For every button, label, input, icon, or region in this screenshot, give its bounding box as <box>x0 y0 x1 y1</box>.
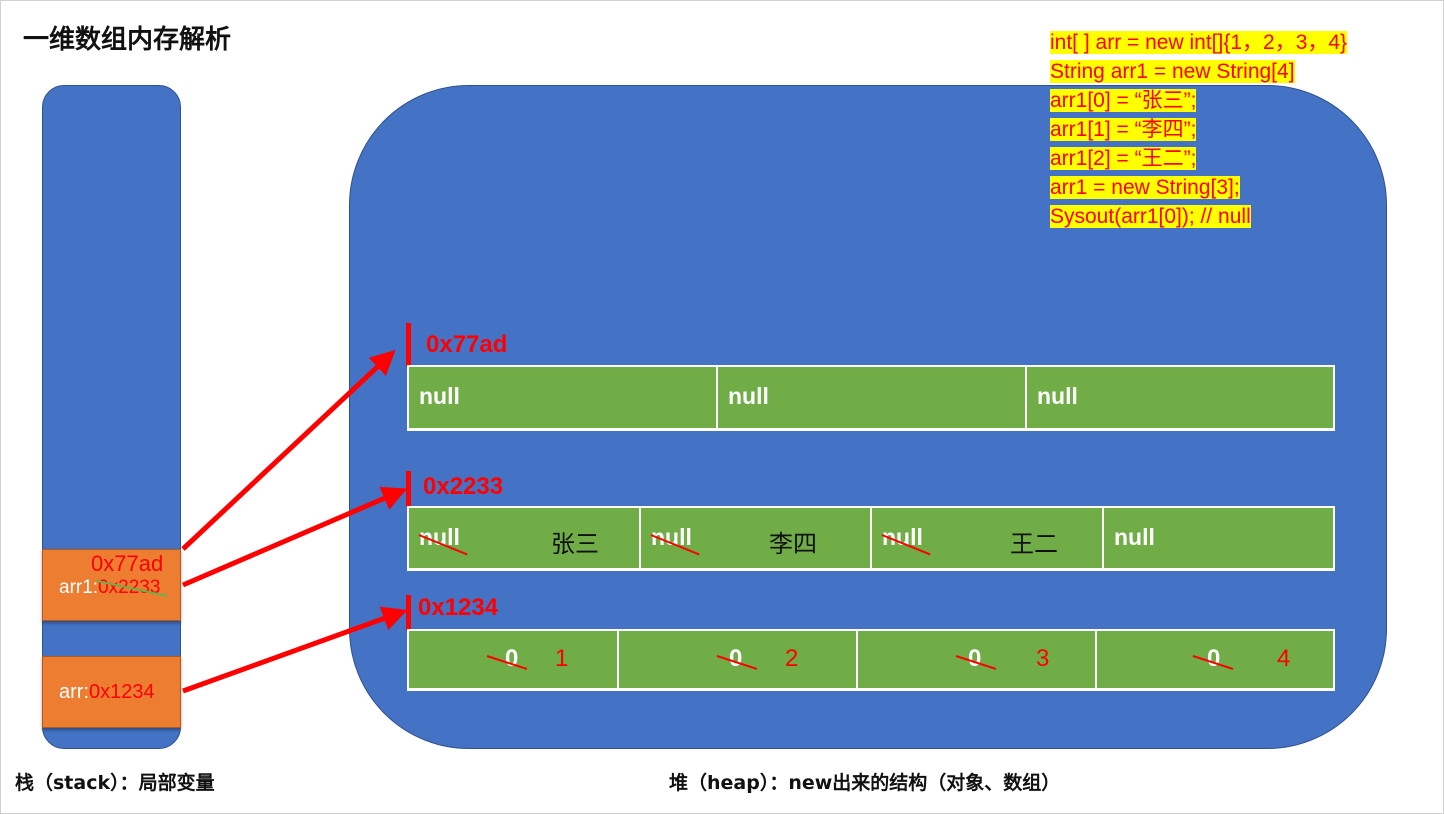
arrow-arr1-to-2233 <box>182 486 408 588</box>
stack-caption: 栈（stack）：局部变量 <box>15 772 215 794</box>
arrow-arr-to-1234 <box>182 606 408 694</box>
arrow-arr1-to-77ad <box>181 349 396 551</box>
pointer-arrows <box>181 349 408 694</box>
slide: 一维数组内存解析 0x77ad arr1:0x2233 arr:0x1234 i… <box>0 0 1444 814</box>
heap-caption: 堆（heap）：new出来的结构（对象、数组） <box>669 772 1061 794</box>
